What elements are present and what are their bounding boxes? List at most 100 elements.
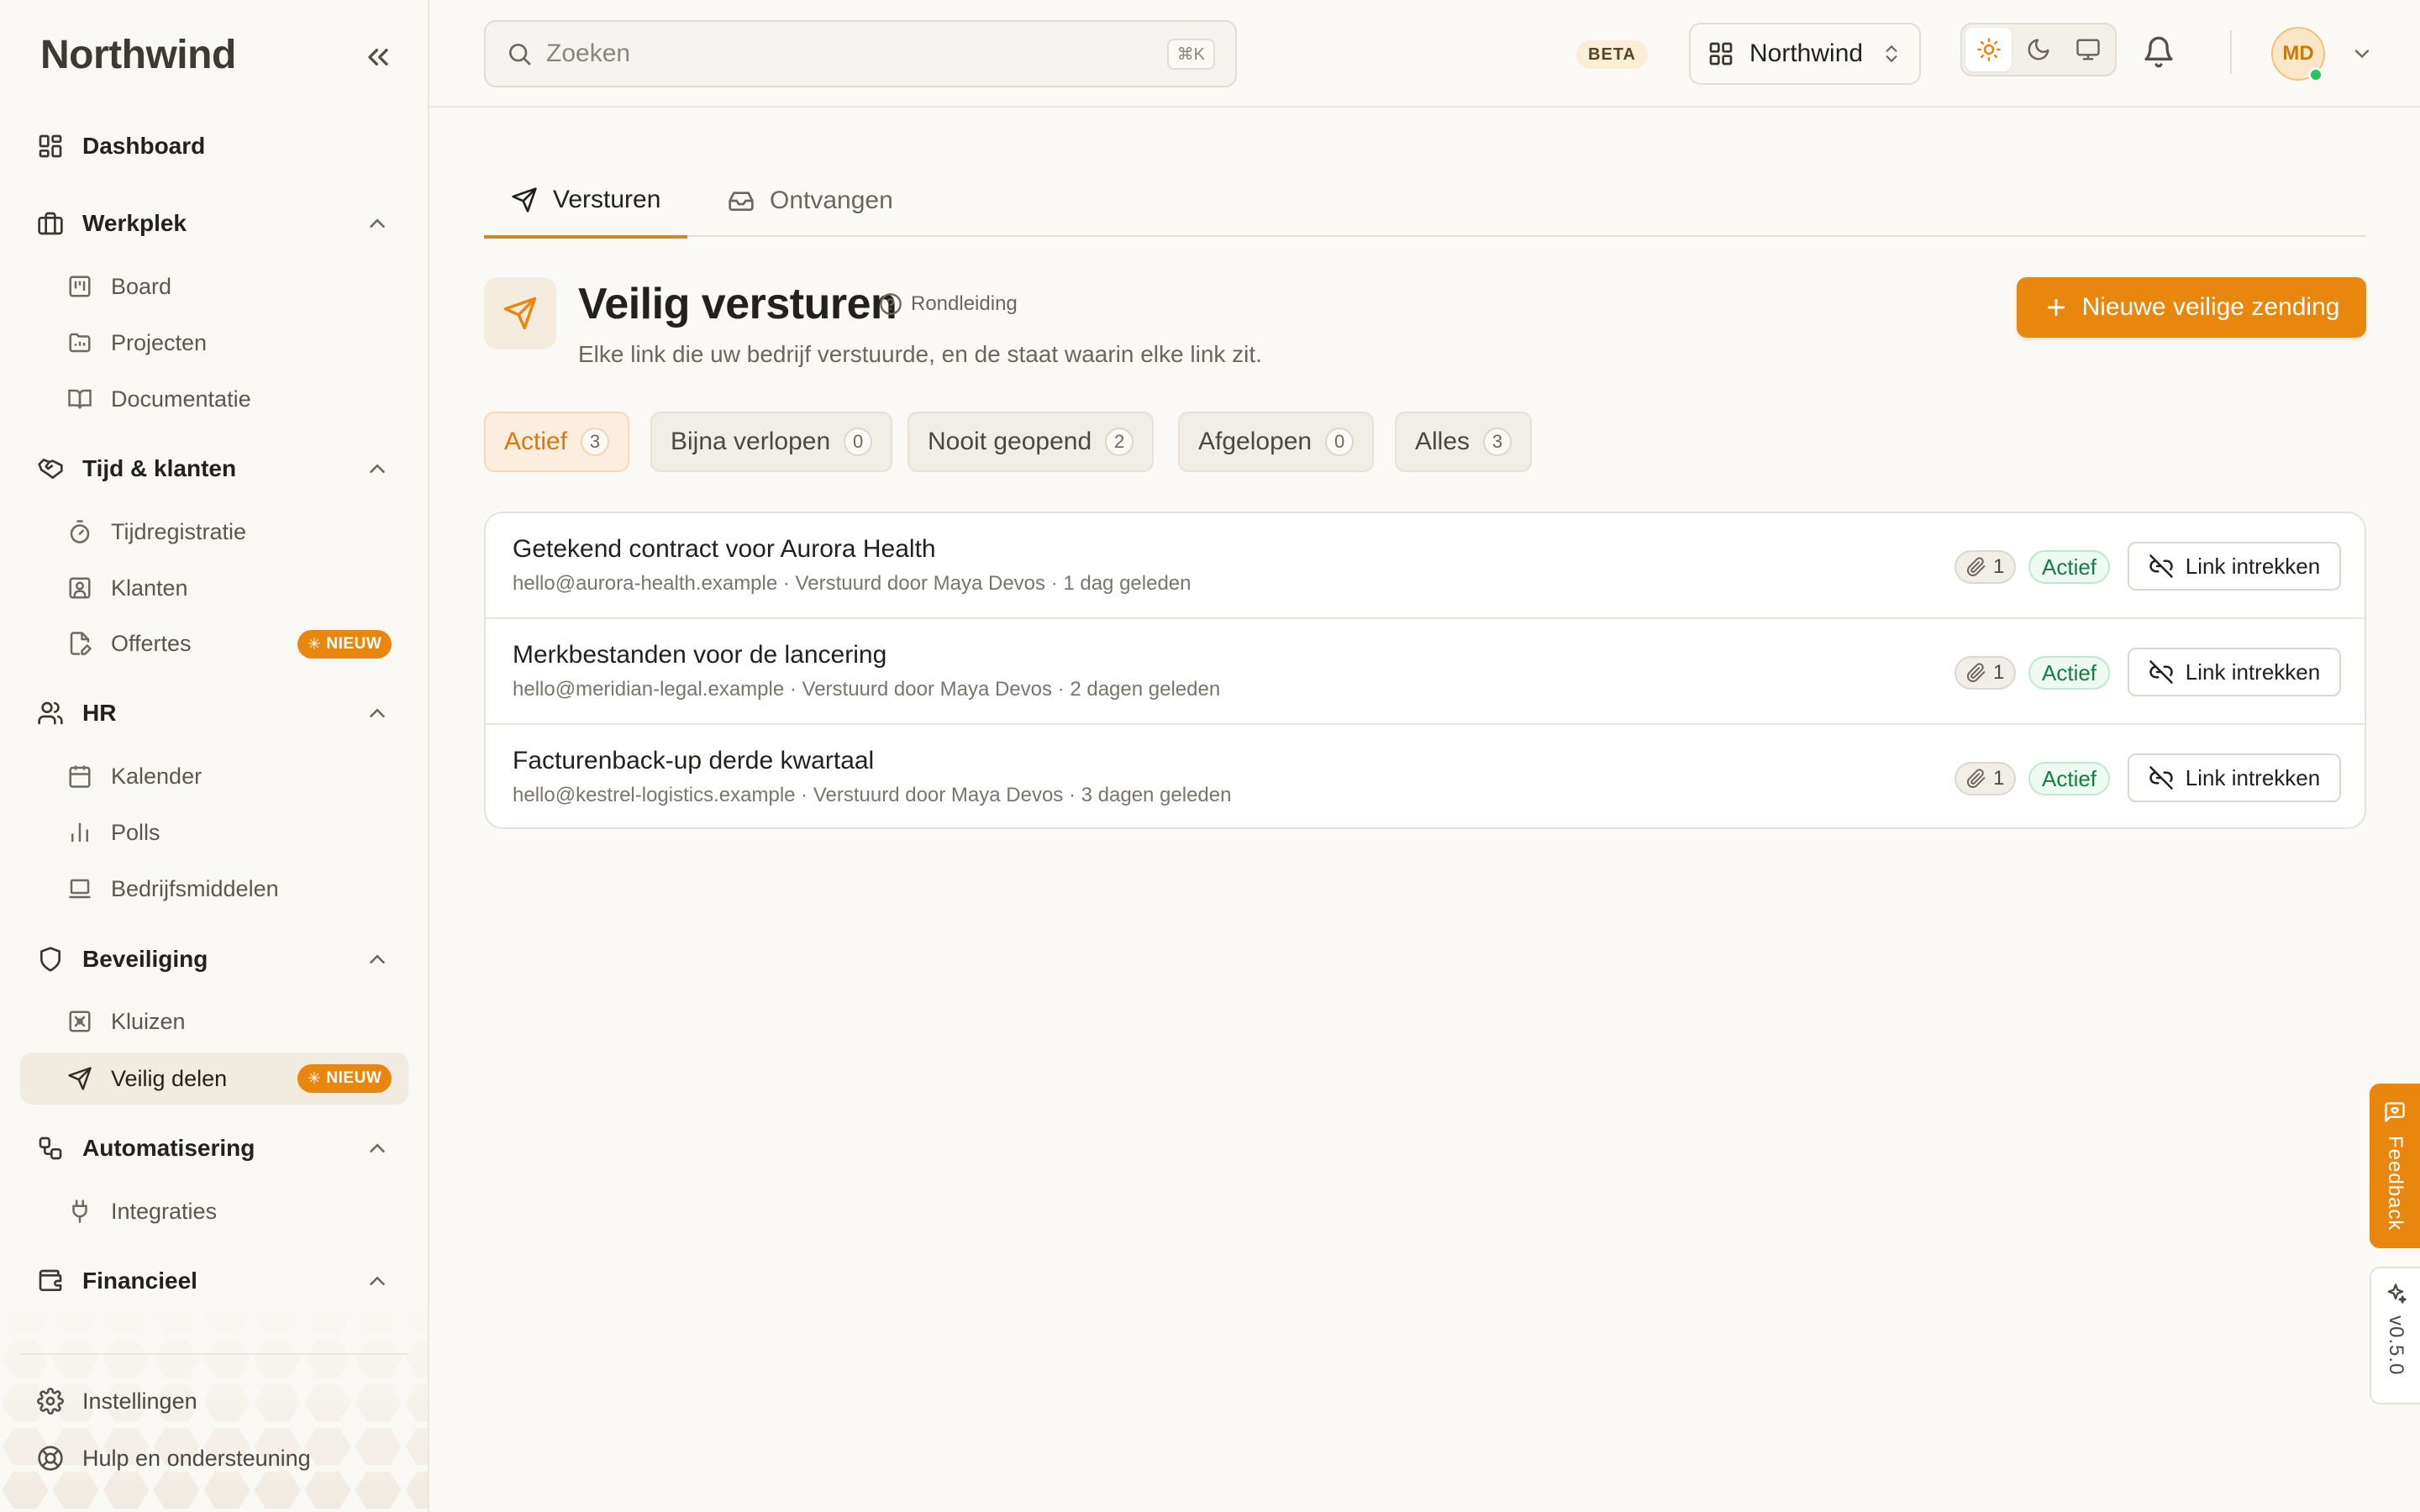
sidebar-item-instellingen[interactable]: Instellingen <box>37 1380 197 1422</box>
paperclip-icon <box>1966 663 1986 683</box>
dark-theme-button[interactable] <box>2015 28 2061 71</box>
chevron-up-icon[interactable] <box>365 701 390 726</box>
chevron-up-icon[interactable] <box>365 1136 390 1161</box>
sidebar-section-werkplek[interactable]: Werkplek <box>37 202 187 244</box>
filter-count: 2 <box>1105 428 1134 456</box>
book-open-icon <box>67 386 92 412</box>
shipment-meta: hello@meridian-legal.example · Verstuurd… <box>513 678 1221 701</box>
workflow-icon <box>37 1135 64 1162</box>
users-icon <box>37 700 64 727</box>
sidebar-item-label: Integraties <box>111 1198 218 1224</box>
filter-actief[interactable]: Actief 3 <box>484 412 630 472</box>
search-icon <box>506 40 533 67</box>
timer-icon <box>67 519 92 544</box>
sidebar-section-financieel[interactable]: Financieel <box>37 1260 197 1302</box>
tour-link[interactable]: Rondleiding <box>879 292 1018 316</box>
sidebar-item-polls[interactable]: Polls <box>67 811 160 853</box>
chevron-up-icon[interactable] <box>365 456 390 481</box>
filter-label: Actief <box>504 428 568 455</box>
sidebar-item-label: Documentatie <box>111 386 251 412</box>
vault-icon <box>67 1009 92 1034</box>
feedback-tab[interactable]: Feedback <box>2370 1084 2420 1248</box>
button-label: Link intrekken <box>2185 659 2321 685</box>
new-secure-shipment-button[interactable]: Nieuwe veilige zending <box>2017 277 2366 338</box>
sidebar-section-beveiliging[interactable]: Beveiliging <box>37 938 208 980</box>
sidebar-item-documentatie[interactable]: Documentatie <box>67 378 251 420</box>
filter-count: 0 <box>1325 428 1355 456</box>
system-theme-button[interactable] <box>2065 28 2112 71</box>
filter-nooit-geopend[interactable]: Nooit geopend 2 <box>908 412 1155 472</box>
new-badge-label: NIEUW <box>326 1069 382 1087</box>
sidebar-item-klanten[interactable]: Klanten <box>67 567 188 609</box>
lifebuoy-icon <box>37 1445 64 1472</box>
attachment-count-value: 1 <box>1993 767 2005 790</box>
bell-icon[interactable] <box>2142 35 2175 69</box>
version-tab[interactable]: v0.5.0 <box>2370 1267 2420 1404</box>
revoke-link-button[interactable]: Link intrekken <box>2128 542 2341 591</box>
sidebar-item-label: Bedrijfsmiddelen <box>111 875 279 901</box>
sidebar-item-bedrijfsmiddelen[interactable]: Bedrijfsmiddelen <box>67 868 279 910</box>
workspace-switcher[interactable]: Northwind <box>1689 23 1921 85</box>
moon-icon <box>2026 37 2051 62</box>
tab-versturen[interactable]: Versturen <box>484 165 688 239</box>
chevron-up-icon[interactable] <box>365 211 390 236</box>
sidebar-section-hr[interactable]: HR <box>37 692 116 734</box>
sidebar-section-automatisering[interactable]: Automatisering <box>37 1127 255 1169</box>
collapse-sidebar-icon[interactable] <box>361 40 395 74</box>
message-heart-icon <box>2383 1100 2407 1124</box>
sparkles-icon <box>2384 1282 2407 1305</box>
wallet-icon <box>37 1268 64 1294</box>
sidebar-item-kluizen[interactable]: Kluizen <box>67 1000 186 1042</box>
status-badge: Actief <box>2028 762 2111 795</box>
chevron-down-icon[interactable] <box>2350 42 2374 66</box>
sidebar-item-hulp[interactable]: Hulp en ondersteuning <box>37 1437 311 1479</box>
tab-ontvangen[interactable]: Ontvangen <box>701 165 920 237</box>
shipment-title: Facturenback-up derde kwartaal <box>513 747 875 774</box>
bar-chart-icon <box>67 820 92 845</box>
sidebar-item-kalender[interactable]: Kalender <box>67 755 202 797</box>
sidebar-item-veilig-delen[interactable]: Veilig delen <box>67 1058 227 1100</box>
app-logo[interactable]: Northwind <box>40 32 236 78</box>
table-row[interactable]: Facturenback-up derde kwartaal hello@kes… <box>486 725 2365 827</box>
chevrons-up-down-icon <box>1881 43 1902 65</box>
paperclip-icon <box>1966 769 1986 789</box>
shipment-meta: hello@kestrel-logistics.example · Verstu… <box>513 784 1232 806</box>
chevron-up-icon[interactable] <box>365 947 390 972</box>
revoke-link-button[interactable]: Link intrekken <box>2128 648 2341 696</box>
grid-icon <box>1707 40 1734 67</box>
filter-count: 0 <box>844 428 873 456</box>
send-icon <box>67 1066 92 1091</box>
light-theme-button[interactable] <box>1965 28 2012 71</box>
tab-bar: Versturen Ontvangen <box>484 165 2366 239</box>
sidebar-section-tijd-klanten[interactable]: Tijd & klanten <box>37 448 236 490</box>
filter-alles[interactable]: Alles 3 <box>1395 412 1533 472</box>
table-row[interactable]: Getekend contract voor Aurora Health hel… <box>486 513 2365 619</box>
feedback-label: Feedback <box>2384 1136 2407 1231</box>
sidebar-item-projecten[interactable]: Projecten <box>67 322 207 364</box>
search-bar[interactable]: Zoeken ⌘K <box>484 20 1237 87</box>
sidebar-item-integraties[interactable]: Integraties <box>67 1190 217 1232</box>
button-label: Link intrekken <box>2185 553 2321 579</box>
filter-bijna-verlopen[interactable]: Bijna verlopen 0 <box>650 412 893 472</box>
sidebar-item-dashboard[interactable]: Dashboard <box>37 125 205 167</box>
sidebar-item-label: Hulp en ondersteuning <box>82 1445 311 1471</box>
table-row[interactable]: Merkbestanden voor de lancering hello@me… <box>486 619 2365 725</box>
chevron-up-icon[interactable] <box>365 1268 390 1294</box>
search-input[interactable]: Zoeken <box>546 39 1154 68</box>
filter-label: Bijna verlopen <box>671 428 831 455</box>
sidebar-item-tijdregistratie[interactable]: Tijdregistratie <box>67 511 246 553</box>
sidebar-item-board[interactable]: Board <box>67 265 171 307</box>
sidebar-section-label: Werkplek <box>82 210 187 236</box>
sidebar-item-label: Tijdregistratie <box>111 518 247 544</box>
contact-square-icon <box>67 575 92 601</box>
sidebar-item-label: Veilig delen <box>111 1065 228 1091</box>
new-badge: ✳ NIEUW <box>297 630 392 659</box>
button-label: Nieuwe veilige zending <box>2081 293 2340 321</box>
unlink-icon <box>2149 659 2174 685</box>
filter-afgelopen[interactable]: Afgelopen 0 <box>1178 412 1375 472</box>
sidebar-item-label: Offertes <box>111 630 192 656</box>
revoke-link-button[interactable]: Link intrekken <box>2128 753 2341 802</box>
sidebar-item-offertes[interactable]: Offertes <box>67 622 192 664</box>
attachment-count-value: 1 <box>1993 555 2005 578</box>
help-circle-icon <box>879 292 902 316</box>
